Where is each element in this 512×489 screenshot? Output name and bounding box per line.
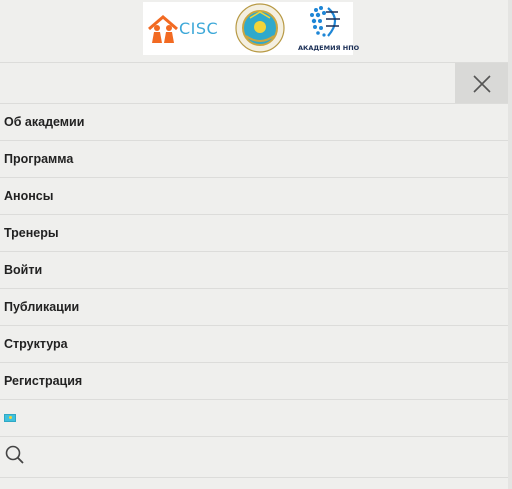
cisc-logo[interactable]: CISC (143, 2, 223, 55)
menu-item-about[interactable]: Об академии (0, 103, 508, 140)
menu-bottom-divider (0, 477, 508, 478)
kazakhstan-flag-icon[interactable] (4, 414, 16, 422)
menu-item-announcements[interactable]: Анонсы (0, 177, 508, 214)
menu-header (0, 62, 508, 104)
menu-item-trainers[interactable]: Тренеры (0, 214, 508, 251)
menu-item-label: Регистрация (4, 374, 83, 388)
close-icon (473, 75, 491, 93)
menu-item-publications[interactable]: Публикации (0, 288, 508, 325)
menu-item-program[interactable]: Программа (0, 140, 508, 177)
menu-item-label: Тренеры (4, 226, 59, 240)
academy-globe-icon (310, 6, 340, 37)
menu-item-login[interactable]: Войти (0, 251, 508, 288)
academy-logo-text: АКАДЕМИЯ НПО (298, 44, 360, 52)
menu-item-label: Публикации (4, 300, 80, 314)
menu-item-registration[interactable]: Регистрация (0, 362, 508, 399)
cisc-logo-text: CISC (179, 19, 219, 38)
academy-ngo-logo[interactable]: АКАДЕМИЯ НПО (298, 2, 360, 55)
search-button[interactable] (0, 436, 508, 473)
main-menu: Об академии Программа Анонсы Тренеры Вой… (0, 103, 508, 473)
menu-item-label: Структура (4, 337, 68, 351)
emblem-icon (235, 3, 285, 53)
menu-item-label: Программа (4, 152, 74, 166)
menu-item-structure[interactable]: Структура (0, 325, 508, 362)
scrollbar[interactable] (508, 0, 512, 489)
search-icon (5, 445, 24, 464)
menu-item-label: Анонсы (4, 189, 54, 203)
close-menu-button[interactable] (455, 63, 508, 104)
partner-logos[interactable]: CISC АКАДЕМИЯ НПО (143, 2, 360, 55)
menu-item-label: Войти (4, 263, 43, 277)
cisc-people-icon (148, 15, 178, 43)
state-emblem-logo[interactable] (226, 2, 294, 55)
logo-bar: CISC АКАДЕМИЯ НПО (0, 0, 508, 62)
menu-item-label: Об академии (4, 115, 85, 129)
language-switch[interactable] (0, 399, 508, 436)
